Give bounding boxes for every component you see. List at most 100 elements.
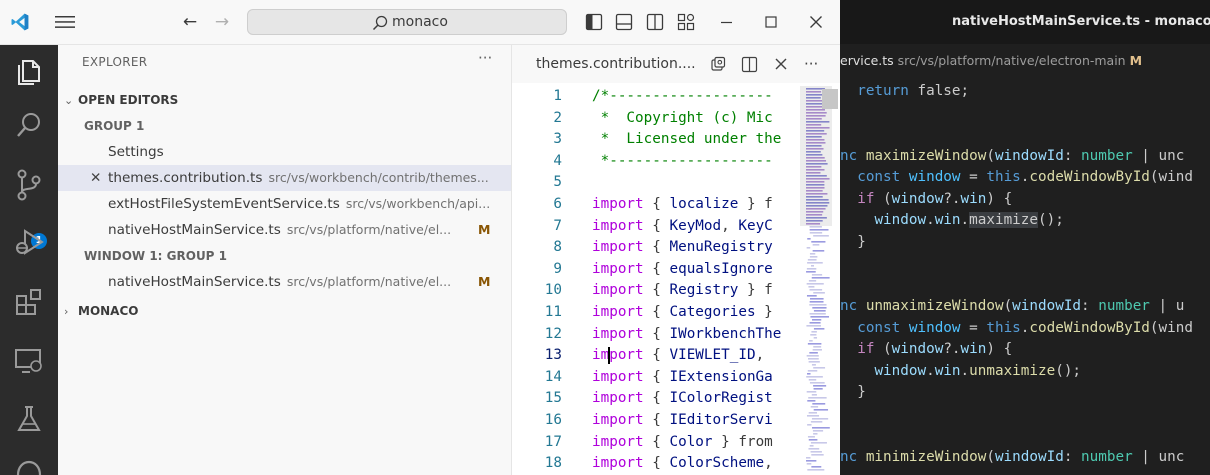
command-center-search[interactable]: monaco bbox=[247, 9, 567, 35]
code-line[interactable]: import { KeyMod, KeyC bbox=[592, 216, 773, 238]
minimize-icon[interactable] bbox=[719, 14, 735, 30]
testing-icon[interactable] bbox=[15, 405, 43, 433]
source-control-icon[interactable] bbox=[15, 169, 43, 201]
minimap-line bbox=[809, 301, 824, 303]
group-1-header[interactable]: GROUP 1 bbox=[58, 113, 511, 139]
background-code-line[interactable]: window.win.maximize(); bbox=[840, 209, 1064, 231]
minimap-line bbox=[809, 289, 823, 291]
code-line[interactable]: import { Color } from bbox=[592, 432, 773, 454]
split-editor-icon[interactable] bbox=[741, 56, 758, 73]
code-line[interactable]: import { IExtensionGa bbox=[592, 367, 773, 389]
minimap-line bbox=[806, 463, 812, 465]
minimap-line bbox=[809, 313, 826, 315]
code-line[interactable]: import { equalsIgnore bbox=[592, 259, 773, 281]
code-line[interactable]: * Copyright (c) Mic bbox=[592, 108, 773, 130]
close-icon[interactable] bbox=[808, 14, 824, 30]
line-number: 5 bbox=[553, 174, 562, 191]
code-line[interactable]: import { MenuRegistry bbox=[592, 237, 773, 259]
editor-tab-bar: themes.contribution.... ··· bbox=[512, 45, 840, 83]
explorer-icon[interactable] bbox=[14, 55, 44, 85]
close-editor-icon[interactable]: ✕ bbox=[90, 165, 101, 191]
menu-icon[interactable] bbox=[55, 14, 75, 30]
minimap-line bbox=[811, 418, 829, 420]
back-arrow-icon[interactable]: ← bbox=[178, 0, 202, 44]
line-number: 17 bbox=[544, 433, 562, 450]
background-code-line[interactable]: const window = this.codeWindowById(wind bbox=[840, 166, 1193, 188]
minimap-line bbox=[806, 325, 821, 327]
minimap-line bbox=[813, 310, 826, 312]
background-code-line[interactable]: const window = this.codeWindowById(wind bbox=[840, 317, 1193, 339]
code-line[interactable]: import { IWorkbenchThe bbox=[592, 324, 781, 346]
code-line[interactable]: import { localize } f bbox=[592, 194, 773, 216]
code-editor[interactable]: /*------------------- * Copyright (c) Mi… bbox=[592, 86, 802, 475]
minimap-line bbox=[810, 421, 823, 423]
code-line[interactable]: import { IColorRegist bbox=[592, 388, 773, 410]
minimap-line bbox=[807, 436, 815, 438]
background-code-line[interactable]: nc maximizeWindow(windowId: number | unc bbox=[840, 145, 1184, 167]
minimap-line bbox=[809, 253, 816, 255]
line-number: 14 bbox=[544, 368, 562, 385]
toggle-panel-icon[interactable] bbox=[615, 13, 633, 31]
remote-explorer-icon[interactable] bbox=[14, 347, 44, 375]
minimap-line bbox=[811, 331, 817, 333]
open-editor-item[interactable]: nativeHostMainService.ts src/vs/platform/… bbox=[58, 217, 511, 243]
background-code-line[interactable]: } bbox=[840, 381, 866, 403]
code-line[interactable]: /*------------------- bbox=[592, 86, 773, 108]
line-number: 1 bbox=[553, 88, 562, 104]
minimap-line bbox=[811, 241, 826, 243]
window-1-group-1-header[interactable]: WINDOW 1: GROUP 1 bbox=[58, 243, 511, 269]
code-line[interactable]: import { ColorScheme, bbox=[592, 453, 773, 475]
vscode-window: ← → monaco 1 EXPLORER ··· ⌄ OPEN EDITORS… bbox=[0, 0, 840, 475]
minimap-line bbox=[809, 298, 824, 300]
code-line[interactable]: import { Categories } bbox=[592, 302, 773, 324]
run-debug-icon[interactable] bbox=[14, 227, 44, 257]
breadcrumb-path[interactable]: src/vs/platform/native/electron-main bbox=[898, 53, 1126, 68]
customize-layout-icon[interactable] bbox=[677, 13, 695, 31]
close-tab-icon[interactable] bbox=[774, 57, 788, 71]
open-editor-item[interactable]: extHostFileSystemEventService.ts src/vs/w… bbox=[58, 191, 511, 217]
code-line[interactable]: * Licensed under the bbox=[592, 129, 782, 151]
open-changes-icon[interactable] bbox=[710, 56, 726, 72]
code-line[interactable]: import { Registry } f bbox=[592, 280, 773, 302]
forward-arrow-icon[interactable]: → bbox=[210, 0, 234, 44]
background-code-line[interactable]: nc unmaximizeWindow(windowId: number | u bbox=[840, 295, 1184, 317]
group-label: GROUP 1 bbox=[84, 119, 145, 133]
minimap-line bbox=[809, 340, 813, 342]
background-code-line[interactable]: if (window?.win) { bbox=[840, 338, 1012, 360]
open-editor-item-selected[interactable]: ✕ themes.contribution.ts src/vs/workbench… bbox=[58, 165, 511, 191]
code-line[interactable]: import { VIEWLET_ID, bbox=[592, 345, 764, 367]
monaco-folder-section[interactable]: › MONACO bbox=[58, 298, 511, 324]
breadcrumb-modified-status: M bbox=[1129, 53, 1143, 68]
minimap[interactable] bbox=[800, 86, 832, 475]
open-editors-section[interactable]: ⌄ OPEN EDITORS bbox=[58, 87, 511, 113]
minimap-line bbox=[808, 397, 827, 399]
background-code-line[interactable]: return false; bbox=[840, 80, 969, 102]
editor-group: themes.contribution.... ··· 1 2 3 4 5 6 7 8 9 10 1… bbox=[512, 45, 840, 475]
open-editor-item[interactable]: Settings bbox=[58, 139, 511, 165]
toggle-secondary-sidebar-icon[interactable] bbox=[646, 13, 664, 31]
github-icon[interactable] bbox=[15, 459, 43, 475]
background-code-line[interactable]: window.win.unmaximize(); bbox=[840, 360, 1081, 382]
maximize-icon[interactable] bbox=[763, 14, 779, 30]
minimap-line bbox=[807, 424, 812, 426]
open-editor-item[interactable]: nativeHostMainService.ts src/vs/platform/… bbox=[58, 269, 511, 295]
line-number: 9 bbox=[553, 260, 562, 277]
more-actions-icon[interactable]: ··· bbox=[478, 49, 492, 67]
minimap-line bbox=[806, 460, 817, 462]
editor-scrollbar-thumb[interactable] bbox=[822, 89, 838, 109]
search-icon[interactable] bbox=[15, 111, 43, 139]
background-breadcrumb[interactable]: ervice.ts src/vs/platform/native/electro… bbox=[840, 44, 1210, 78]
chevron-right-icon: › bbox=[64, 305, 69, 318]
extensions-icon[interactable] bbox=[14, 287, 44, 317]
background-window-title: nativeHostMainService.ts - monaco - bbox=[952, 14, 1210, 29]
background-code-line[interactable]: } bbox=[840, 231, 866, 253]
editor-more-actions-icon[interactable]: ··· bbox=[804, 45, 818, 83]
tab-themes-contribution[interactable]: themes.contribution.... bbox=[536, 45, 696, 83]
breadcrumb-file[interactable]: ervice.ts bbox=[840, 53, 894, 68]
minimap-line bbox=[812, 319, 822, 321]
code-line[interactable]: *------------------- bbox=[592, 151, 773, 173]
code-line[interactable]: import { IEditorServi bbox=[592, 410, 773, 432]
background-code-line[interactable]: if (window?.win) { bbox=[840, 188, 1012, 210]
toggle-sidebar-icon[interactable] bbox=[585, 13, 603, 31]
background-code-line[interactable]: nc minimizeWindow(windowId: number | unc bbox=[840, 446, 1184, 468]
